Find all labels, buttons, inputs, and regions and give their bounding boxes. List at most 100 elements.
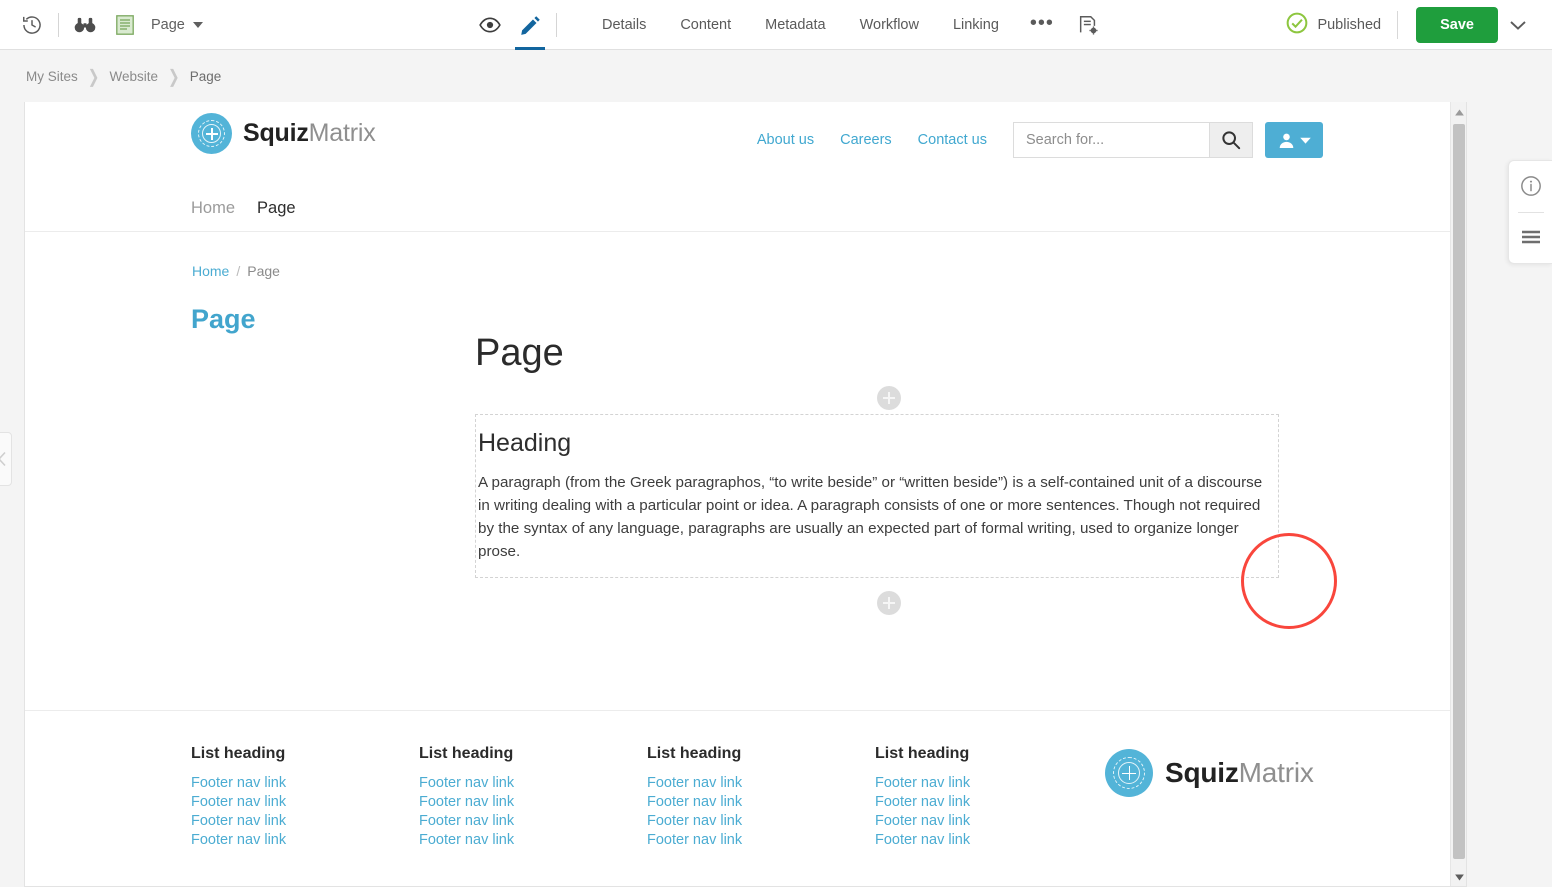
search-magnifier-icon [1222,131,1241,150]
site-header: SquizMatrix About us Careers Contact us [25,102,1466,232]
footer-nav-link[interactable]: Footer nav link [191,793,419,812]
scroll-up-button[interactable] [1451,104,1466,120]
footer-logo-text: SquizMatrix [1165,757,1314,789]
footer-nav-link[interactable]: Footer nav link [875,774,1103,793]
chevron-down-icon [192,21,203,28]
left-panel-collapse-handle[interactable] [0,432,12,486]
toolbar-tabs: Details Content Metadata Workflow Linkin… [585,1,1108,50]
search-submit-button[interactable] [1209,122,1253,158]
triangle-down-icon [1454,874,1464,880]
content-paragraph[interactable]: A paragraph (from the Greek paragraphos,… [478,471,1274,563]
site-footer: List heading Footer nav link Footer nav … [25,710,1466,885]
editable-content-container[interactable]: Heading A paragraph (from the Greek para… [475,414,1279,578]
triangle-up-icon [1454,109,1464,115]
footer-nav-link[interactable]: Footer nav link [419,793,647,812]
site-main-nav: Home Page [191,185,318,231]
footer-column: List heading Footer nav link Footer nav … [419,745,647,850]
edit-mode-pencil-icon[interactable] [510,1,550,50]
footer-nav-link[interactable]: Footer nav link [191,812,419,831]
breadcrumb-item-my-sites[interactable]: My Sites [26,69,78,84]
binoculars-icon[interactable] [65,5,105,45]
tab-workflow[interactable]: Workflow [843,1,936,50]
sidebar-page-title: Page [191,304,256,334]
page-breadcrumb: Home / Page [192,263,280,279]
chevron-down-icon [1299,137,1311,144]
preview-scrollbar[interactable] [1450,102,1466,886]
scrollbar-thumb[interactable] [1453,124,1465,859]
site-search [1013,122,1253,158]
toolbar-center-group: Details Content Metadata Workflow Linkin… [470,0,1108,50]
save-button[interactable]: Save [1416,7,1498,43]
breadcrumb-item-website[interactable]: Website [110,69,159,84]
util-link-careers[interactable]: Careers [840,132,892,148]
footer-nav-link[interactable]: Footer nav link [419,812,647,831]
chevron-left-icon [0,451,6,467]
footer-nav-link[interactable]: Footer nav link [191,831,419,850]
add-content-above-button[interactable] [877,386,901,410]
footer-link-columns: List heading Footer nav link Footer nav … [191,745,1103,850]
status-badge: Published [1286,12,1397,39]
content-heading[interactable]: Heading [478,429,1278,458]
logo-text-light: Matrix [308,119,376,147]
toolbar-left-group: Page [0,5,203,45]
site-logo-text: SquizMatrix [243,119,376,148]
toolbar-divider-3 [1397,11,1399,39]
footer-nav-link[interactable]: Footer nav link [419,774,647,793]
breadcrumb-separator-icon: ❯ [87,64,100,86]
footer-nav-link[interactable]: Footer nav link [875,831,1103,850]
hamburger-list-icon[interactable] [1509,212,1552,263]
nav-item-home[interactable]: Home [191,199,235,218]
top-toolbar: Page Details Content Metadata Workflow L… [0,0,1552,50]
footer-nav-link[interactable]: Footer nav link [647,774,875,793]
breadcrumb: My Sites ❯ Website ❯ Page [0,50,1552,102]
site-logo[interactable]: SquizMatrix [191,113,376,154]
footer-column-heading: List heading [419,745,514,762]
squiz-matrix-logo-icon [191,113,232,154]
toolbar-divider-2 [556,13,557,37]
more-tabs-button[interactable]: ••• [1016,1,1068,50]
footer-column-heading: List heading [875,745,970,762]
footer-nav-link[interactable]: Footer nav link [875,793,1103,812]
page-asset-icon[interactable] [105,5,145,45]
preview-stage: SquizMatrix About us Careers Contact us [0,102,1552,887]
info-circle-icon[interactable] [1509,161,1552,212]
site-body: Home / Page Page Page Heading A paragraph … [25,232,1466,710]
search-input[interactable] [1013,122,1209,158]
history-clock-icon[interactable] [12,5,52,45]
footer-column: List heading Footer nav link Footer nav … [647,745,875,850]
footer-column: List heading Footer nav link Footer nav … [191,745,419,850]
site-utility-nav: About us Careers Contact us [757,122,1323,158]
util-link-about-us[interactable]: About us [757,132,814,148]
page-settings-icon[interactable] [1068,5,1108,45]
user-account-button[interactable] [1265,122,1323,158]
tab-metadata[interactable]: Metadata [748,1,842,50]
save-options-chevron-down-icon[interactable] [1498,5,1538,45]
footer-logo-text-bold: Squiz [1165,757,1239,788]
squiz-matrix-logo-icon [1105,749,1153,797]
page-breadcrumb-home[interactable]: Home [192,263,229,279]
nav-item-page[interactable]: Page [257,199,296,218]
footer-logo-text-light: Matrix [1238,757,1314,788]
footer-nav-link[interactable]: Footer nav link [647,793,875,812]
footer-logo[interactable]: SquizMatrix [1105,749,1314,797]
tab-content[interactable]: Content [663,1,748,50]
footer-column: List heading Footer nav link Footer nav … [875,745,1103,850]
scroll-down-button[interactable] [1451,869,1466,885]
status-label: Published [1317,17,1382,33]
footer-nav-link[interactable]: Footer nav link [647,831,875,850]
asset-name-dropdown[interactable]: Page [151,17,203,33]
footer-nav-link[interactable]: Footer nav link [419,831,647,850]
tab-linking[interactable]: Linking [936,1,1016,50]
breadcrumb-item-page[interactable]: Page [190,69,222,84]
page-preview-frame[interactable]: SquizMatrix About us Careers Contact us [24,102,1467,887]
footer-nav-link[interactable]: Footer nav link [191,774,419,793]
page-breadcrumb-current: Page [247,263,280,279]
tab-details[interactable]: Details [585,1,663,50]
view-mode-eye-icon[interactable] [470,1,510,50]
add-content-below-button[interactable] [877,591,901,615]
util-link-contact-us[interactable]: Contact us [918,132,987,148]
footer-nav-link[interactable]: Footer nav link [647,812,875,831]
breadcrumb-separator-icon: ❯ [168,64,180,86]
check-circle-icon [1286,12,1308,39]
footer-nav-link[interactable]: Footer nav link [875,812,1103,831]
